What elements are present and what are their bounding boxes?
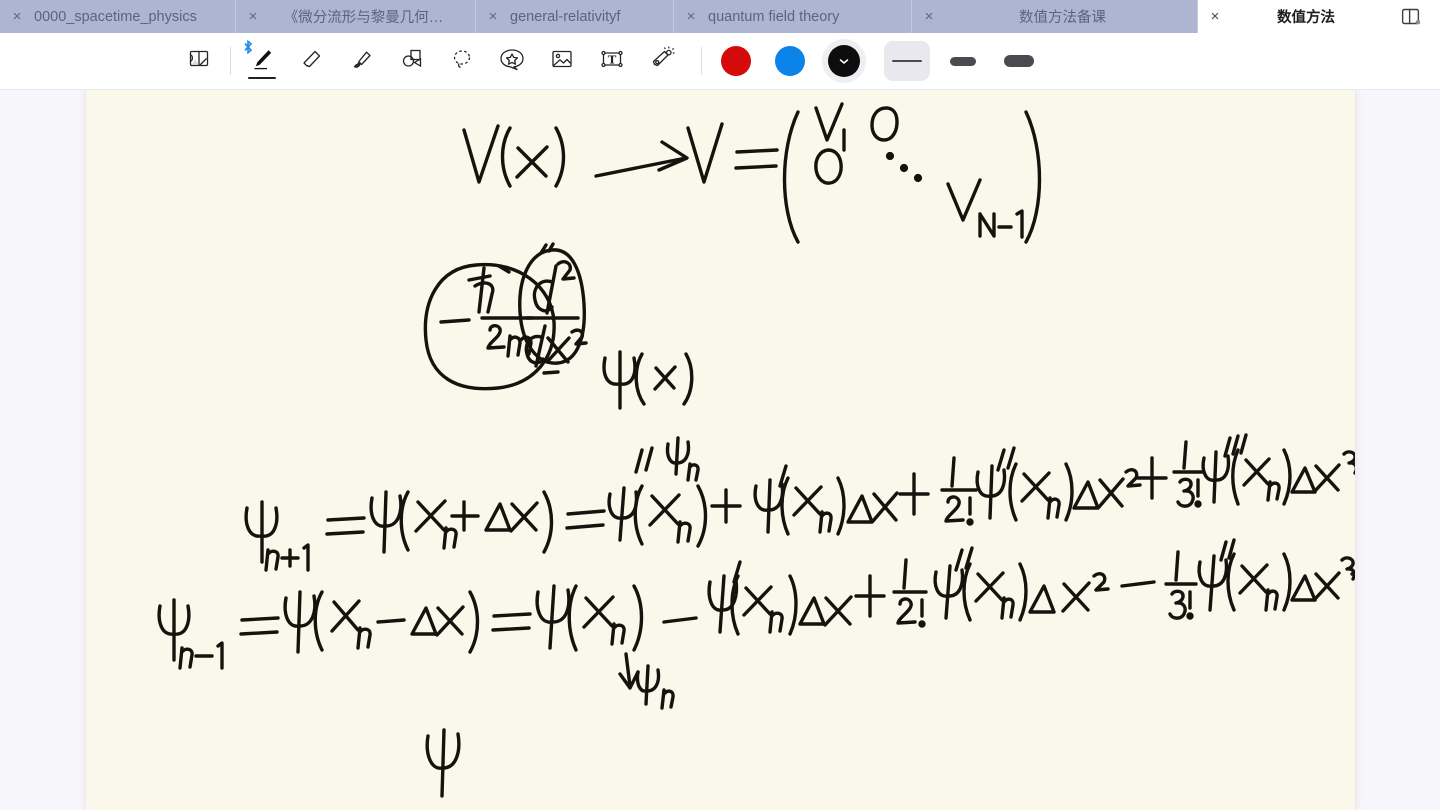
color-swatch-black[interactable] <box>822 39 866 83</box>
chevron-down-icon <box>828 45 860 77</box>
tab-bar: × 0000_spacetime_physics × 《微分流形与黎曼几何… ×… <box>0 0 1440 33</box>
page-tool-button[interactable] <box>174 39 224 83</box>
toolbar-divider <box>230 47 231 75</box>
highlighter-tool-button[interactable] <box>337 39 387 83</box>
tab-close-icon[interactable]: × <box>0 9 34 24</box>
stroke-width-thick[interactable] <box>996 41 1042 81</box>
tab-close-icon[interactable]: × <box>674 9 708 24</box>
tab-differential-manifolds[interactable]: × 《微分流形与黎曼几何… <box>236 0 476 33</box>
tab-close-icon[interactable]: × <box>912 9 946 24</box>
tab-close-icon[interactable]: × <box>476 9 510 24</box>
shapes-icon <box>397 44 427 79</box>
text-box-icon: T <box>598 45 626 78</box>
stroke-width-thin[interactable] <box>884 41 930 81</box>
eraser-icon <box>297 44 327 79</box>
notebook-page[interactable]: V(x) → V = ( V₁ 0 / 0 ⋱ / Vₗ₋₁ ) ( -ħ²/2… <box>86 90 1355 810</box>
red-dot-icon <box>721 46 751 76</box>
thin-line-icon <box>892 59 922 63</box>
tab-label: general-relativityf <box>510 8 621 25</box>
color-swatch-blue[interactable] <box>768 39 812 83</box>
page-icon <box>186 46 212 77</box>
lasso-icon <box>447 44 477 79</box>
tab-close-icon[interactable]: × <box>1198 9 1232 24</box>
tab-numerical-methods-prep[interactable]: × 数值方法备课 <box>912 0 1198 33</box>
laser-pointer-tool-button[interactable] <box>637 39 687 83</box>
app-window: × 0000_spacetime_physics × 《微分流形与黎曼几何… ×… <box>0 0 1440 810</box>
tab-label: 《微分流形与黎曼几何… <box>283 10 444 26</box>
image-icon <box>548 45 576 78</box>
bluetooth-icon <box>242 39 254 55</box>
eraser-tool-button[interactable] <box>287 39 337 83</box>
lasso-select-tool-button[interactable] <box>437 39 487 83</box>
image-tool-button[interactable] <box>537 39 587 83</box>
svg-text:T: T <box>608 52 617 66</box>
tab-label: 数值方法备课 <box>1019 10 1106 26</box>
tab-general-relativityf[interactable]: × general-relativityf <box>476 0 674 33</box>
handwritten-ink-layer <box>157 102 1355 798</box>
star-sticker-icon <box>496 44 528 79</box>
tab-label: 数值方法 <box>1277 10 1335 26</box>
laser-pointer-icon <box>647 44 677 79</box>
medium-line-icon <box>950 56 976 66</box>
black-dot-icon <box>828 45 860 77</box>
tab-numerical-methods[interactable]: × 数值方法 <box>1198 0 1398 33</box>
tab-label: 0000_spacetime_physics <box>34 8 197 25</box>
text-box-tool-button[interactable]: T <box>587 39 637 83</box>
tab-quantum-field-theory[interactable]: × quantum field theory <box>674 0 912 33</box>
split-view-icon[interactable] <box>1390 0 1430 33</box>
thick-line-icon <box>1004 55 1034 67</box>
toolbar-divider <box>701 47 702 75</box>
tab-close-icon[interactable]: × <box>236 9 270 24</box>
tab-label: quantum field theory <box>708 8 840 25</box>
color-swatch-red[interactable] <box>714 39 758 83</box>
highlighter-icon <box>347 44 377 79</box>
shapes-tool-button[interactable] <box>387 39 437 83</box>
blue-dot-icon <box>775 46 805 76</box>
canvas-scroll-area[interactable]: V(x) → V = ( V₁ 0 / 0 ⋱ / Vₗ₋₁ ) ( -ħ²/2… <box>0 90 1440 810</box>
stroke-width-medium[interactable] <box>940 41 986 81</box>
sticker-tool-button[interactable] <box>487 39 537 83</box>
drawing-toolbar: T <box>0 33 1440 90</box>
pen-tool-button[interactable] <box>237 39 287 83</box>
tab-0000-spacetime-physics[interactable]: × 0000_spacetime_physics <box>0 0 236 33</box>
